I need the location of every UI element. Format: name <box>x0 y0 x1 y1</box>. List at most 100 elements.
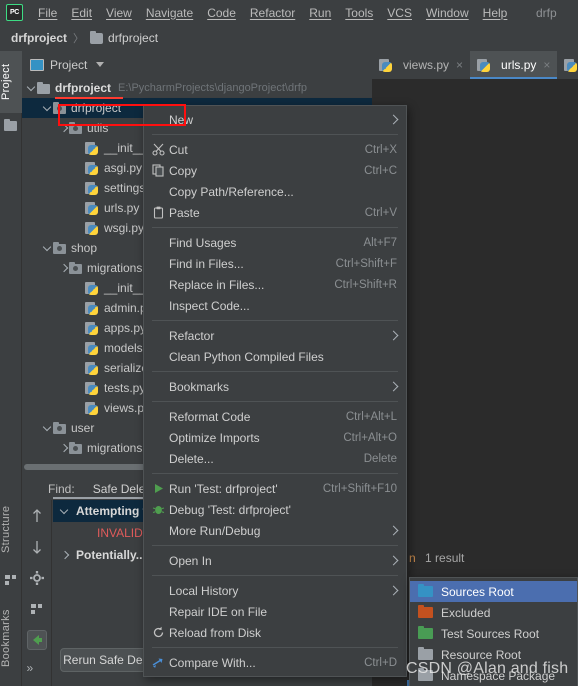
context-menu[interactable]: New Cut Ctrl+X Copy Ctrl+C Copy Path/Referenc… <box>143 105 407 677</box>
menu-item-local-history[interactable]: Local History <box>144 580 406 601</box>
menu-item-shortcut: Ctrl+Shift+R <box>334 278 397 291</box>
find-settings-gear-icon[interactable] <box>27 568 47 588</box>
project-panel-title: Project <box>50 57 88 72</box>
close-icon[interactable]: × <box>543 58 550 72</box>
group-by-icon[interactable] <box>27 599 47 619</box>
python-file-icon <box>85 321 99 336</box>
menu-file[interactable]: File <box>31 3 64 23</box>
menu-item-more-run-debug[interactable]: More Run/Debug <box>144 520 406 541</box>
menu-item-label: Delete... <box>169 451 214 466</box>
folder-icon <box>90 30 104 44</box>
menu-item-label: Repair IDE on File <box>169 604 268 619</box>
menu-item-delete[interactable]: Delete... Delete <box>144 448 406 469</box>
expand-toolbar-icon[interactable]: » <box>27 661 47 680</box>
tree-node-label: urls.py <box>104 201 140 215</box>
tree-node-label: migrations <box>87 261 143 275</box>
tab-views-py[interactable]: views.py × <box>372 51 470 79</box>
menu-item-repair-ide-on-file[interactable]: Repair IDE on File <box>144 601 406 622</box>
folder-icon <box>418 626 433 639</box>
python-file-icon <box>85 161 99 176</box>
chevron-down-icon[interactable] <box>96 62 105 67</box>
chevron-down-icon[interactable] <box>59 506 70 517</box>
chevron-down-icon[interactable] <box>26 83 37 94</box>
menu-item-find-in-files[interactable]: Find in Files... Ctrl+Shift+F <box>144 253 406 274</box>
menu-vcs[interactable]: VCS <box>380 3 419 23</box>
menu-item-replace-in-files[interactable]: Replace in Files... Ctrl+Shift+R <box>144 274 406 295</box>
find-result-count-value: 1 result <box>425 551 465 565</box>
python-file-icon <box>85 181 99 196</box>
sidebar-item-structure[interactable]: Structure <box>0 491 22 567</box>
menu-item-label: Find in Files... <box>169 256 244 271</box>
menu-separator <box>152 575 398 576</box>
submenu-item-excluded[interactable]: Excluded <box>410 602 577 623</box>
menu-item-shortcut: Delete <box>363 452 397 465</box>
menu-code[interactable]: Code <box>200 3 243 23</box>
chevron-down-icon[interactable] <box>42 243 53 254</box>
menu-item-reformat-code[interactable]: Reformat Code Ctrl+Alt+L <box>144 406 406 427</box>
menu-item-paste[interactable]: Paste Ctrl+V <box>144 202 406 223</box>
python-file-icon <box>85 141 99 156</box>
chevron-down-icon[interactable] <box>42 423 53 434</box>
chevron-right-icon <box>388 330 399 341</box>
menu-view[interactable]: View <box>99 3 139 23</box>
menu-item-compare-with[interactable]: Compare With... Ctrl+D <box>144 652 406 673</box>
previous-occurrence-icon[interactable] <box>27 506 47 526</box>
tab-settings-py[interactable]: s <box>557 51 578 79</box>
menu-help[interactable]: Help <box>476 3 515 23</box>
menu-item-label: Reload from Disk <box>169 625 262 640</box>
folder-icon <box>418 647 433 660</box>
menu-item-shortcut: Ctrl+Alt+O <box>343 431 397 444</box>
breadcrumb-project[interactable]: drfproject <box>11 31 67 45</box>
menu-item-clean-python-compiled-files[interactable]: Clean Python Compiled Files <box>144 346 406 367</box>
menu-edit[interactable]: Edit <box>64 3 99 23</box>
menu-item-new[interactable]: New <box>144 109 406 130</box>
menu-item-copy-path-reference[interactable]: Copy Path/Reference... <box>144 181 406 202</box>
structure-grid-icon[interactable] <box>4 573 18 587</box>
project-folder-icon[interactable] <box>4 119 18 135</box>
chevron-right-icon <box>388 585 399 596</box>
chevron-down-icon[interactable] <box>42 103 53 114</box>
chevron-right-icon[interactable] <box>58 263 69 274</box>
menu-item-find-usages[interactable]: Find Usages Alt+F7 <box>144 232 406 253</box>
menu-item-debug-test-drfproject[interactable]: Debug 'Test: drfproject' <box>144 499 406 520</box>
menu-item-shortcut: Ctrl+Alt+L <box>345 410 397 423</box>
menu-item-bookmarks[interactable]: Bookmarks <box>144 376 406 397</box>
menu-separator <box>152 647 398 648</box>
menu-item-optimize-imports[interactable]: Optimize Imports Ctrl+Alt+O <box>144 427 406 448</box>
close-icon[interactable]: × <box>456 58 463 72</box>
chevron-right-icon[interactable] <box>59 550 70 561</box>
menu-item-reload-from-disk[interactable]: Reload from Disk <box>144 622 406 643</box>
menu-item-copy[interactable]: Copy Ctrl+C <box>144 160 406 181</box>
tab-urls-py[interactable]: urls.py × <box>470 51 558 79</box>
menu-item-open-in[interactable]: Open In <box>144 550 406 571</box>
menu-tools[interactable]: Tools <box>338 3 380 23</box>
menu-item-run-test-drfproject[interactable]: Run 'Test: drfproject' Ctrl+Shift+F10 <box>144 478 406 499</box>
menu-separator <box>152 320 398 321</box>
menu-item-refactor[interactable]: Refactor <box>144 325 406 346</box>
submenu-item-sources-root[interactable]: Sources Root <box>410 581 577 602</box>
menu-navigate[interactable]: Navigate <box>139 3 200 23</box>
next-occurrence-icon[interactable] <box>27 537 47 557</box>
chevron-right-icon[interactable] <box>58 123 69 134</box>
pycharm-logo-icon: PC <box>6 4 23 21</box>
debug-icon <box>152 503 169 516</box>
export-results-icon[interactable] <box>26 630 47 650</box>
menu-run[interactable]: Run <box>302 3 338 23</box>
menu-item-inspect-code[interactable]: Inspect Code... <box>144 295 406 316</box>
menu-item-label: Inspect Code... <box>169 298 250 313</box>
sidebar-item-project[interactable]: Project <box>0 51 22 113</box>
submenu-item-test-sources-root[interactable]: Test Sources Root <box>410 623 577 644</box>
menu-window[interactable]: Window <box>419 3 476 23</box>
menu-item-cut[interactable]: Cut Ctrl+X <box>144 139 406 160</box>
breadcrumb-item-drfproject[interactable]: drfproject <box>108 31 158 45</box>
sidebar-item-bookmarks[interactable]: Bookmarks <box>0 596 22 680</box>
menu-refactor[interactable]: Refactor <box>243 3 302 23</box>
chevron-right-icon[interactable] <box>58 443 69 454</box>
menu-help-label: Help <box>482 5 508 20</box>
menu-item-shortcut: Ctrl+Shift+F <box>335 257 397 270</box>
